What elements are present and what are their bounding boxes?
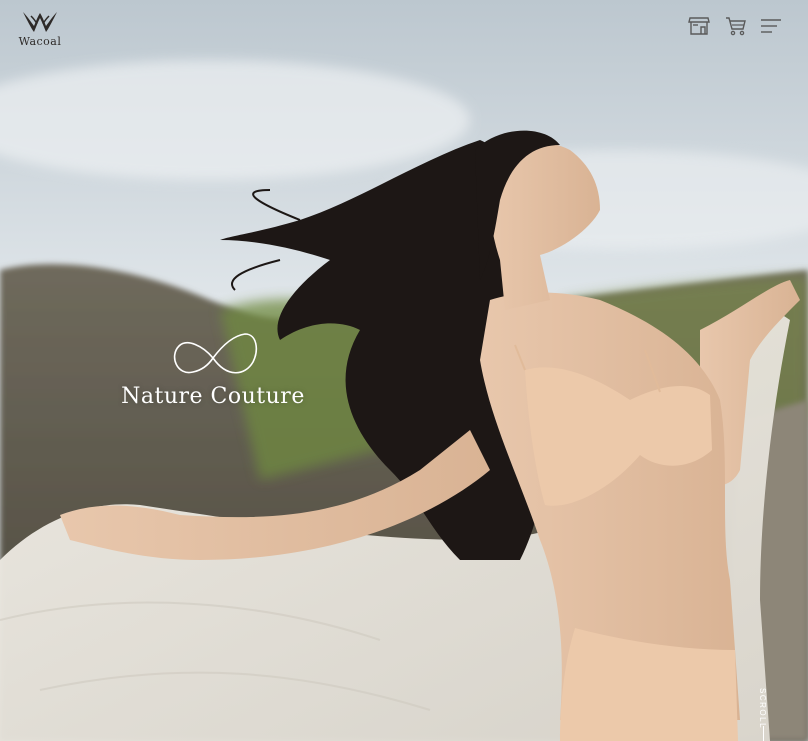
site-header: Wacoal [0, 0, 808, 60]
brand-logo[interactable]: Wacoal [18, 10, 62, 48]
hero-page: Wacoal Nature Couture SCROLL [0, 0, 808, 741]
cart-button[interactable] [724, 14, 750, 38]
campaign-title: Nature Couture [121, 384, 305, 409]
store-locator-button[interactable] [687, 14, 713, 38]
store-icon [688, 17, 710, 35]
campaign-heading[interactable]: Nature Couture [120, 328, 306, 409]
scroll-line [763, 726, 764, 741]
infinity-icon [173, 333, 258, 374]
scroll-indicator[interactable]: SCROLL [758, 688, 770, 741]
menu-button[interactable] [759, 14, 785, 38]
cart-icon [726, 17, 746, 36]
wacoal-w-logo-icon [23, 12, 57, 32]
brand-name: Wacoal [18, 35, 62, 48]
menu-icon [761, 19, 781, 33]
scroll-label: SCROLL [758, 688, 767, 730]
